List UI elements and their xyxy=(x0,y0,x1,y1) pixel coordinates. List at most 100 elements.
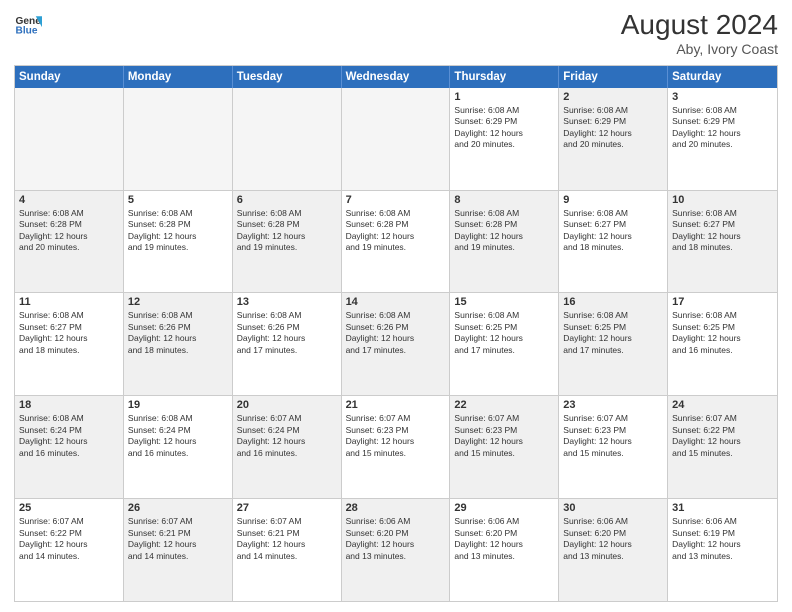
day-number: 8 xyxy=(454,194,554,206)
day-number: 27 xyxy=(237,502,337,514)
cell-info: Sunrise: 6:07 AM Sunset: 6:24 PM Dayligh… xyxy=(237,413,337,459)
calendar-row-4: 25 Sunrise: 6:07 AM Sunset: 6:22 PM Dayli… xyxy=(15,499,777,601)
cal-cell: 23 Sunrise: 6:07 AM Sunset: 6:23 PM Dayli… xyxy=(559,396,668,498)
cal-cell: 11 Sunrise: 6:08 AM Sunset: 6:27 PM Dayli… xyxy=(15,293,124,395)
cal-cell: 6Sunrise: 6:08 AM Sunset: 6:28 PM Daylig… xyxy=(233,191,342,293)
cell-info: Sunrise: 6:06 AM Sunset: 6:19 PM Dayligh… xyxy=(672,516,773,562)
day-header-thursday: Thursday xyxy=(450,66,559,88)
day-header-friday: Friday xyxy=(559,66,668,88)
cal-cell xyxy=(124,88,233,190)
cal-cell: 3 Sunrise: 6:08 AM Sunset: 6:29 PM Daylig… xyxy=(668,88,777,190)
day-number: 5 xyxy=(128,194,228,206)
cal-cell: 1 Sunrise: 6:08 AM Sunset: 6:29 PM Daylig… xyxy=(450,88,559,190)
cal-cell: 12Sunrise: 6:08 AM Sunset: 6:26 PM Dayli… xyxy=(124,293,233,395)
calendar-row-2: 11 Sunrise: 6:08 AM Sunset: 6:27 PM Dayli… xyxy=(15,293,777,396)
cal-cell: 29Sunrise: 6:06 AM Sunset: 6:20 PM Dayli… xyxy=(450,499,559,601)
day-number: 7 xyxy=(346,194,446,206)
cal-cell: 30 Sunrise: 6:06 AM Sunset: 6:20 PM Dayli… xyxy=(559,499,668,601)
cell-info: Sunrise: 6:07 AM Sunset: 6:23 PM Dayligh… xyxy=(563,413,663,459)
cell-info: Sunrise: 6:07 AM Sunset: 6:21 PM Dayligh… xyxy=(237,516,337,562)
day-number: 25 xyxy=(19,502,119,514)
cal-cell: 28Sunrise: 6:06 AM Sunset: 6:20 PM Dayli… xyxy=(342,499,451,601)
calendar-body: 1 Sunrise: 6:08 AM Sunset: 6:29 PM Daylig… xyxy=(15,88,777,601)
cal-cell: 22 Sunrise: 6:07 AM Sunset: 6:23 PM Dayli… xyxy=(450,396,559,498)
day-number: 2 xyxy=(563,91,663,103)
cal-cell: 18 Sunrise: 6:08 AM Sunset: 6:24 PM Dayli… xyxy=(15,396,124,498)
cal-cell: 19Sunrise: 6:08 AM Sunset: 6:24 PM Dayli… xyxy=(124,396,233,498)
cal-cell: 10Sunrise: 6:08 AM Sunset: 6:27 PM Dayli… xyxy=(668,191,777,293)
cal-cell xyxy=(233,88,342,190)
calendar-row-1: 4Sunrise: 6:08 AM Sunset: 6:28 PM Daylig… xyxy=(15,191,777,294)
day-number: 21 xyxy=(346,399,446,411)
day-header-monday: Monday xyxy=(124,66,233,88)
cal-cell: 16 Sunrise: 6:08 AM Sunset: 6:25 PM Dayli… xyxy=(559,293,668,395)
cell-info: Sunrise: 6:08 AM Sunset: 6:28 PM Dayligh… xyxy=(346,208,446,254)
cell-info: Sunrise: 6:08 AM Sunset: 6:29 PM Dayligh… xyxy=(672,105,773,151)
day-number: 15 xyxy=(454,296,554,308)
day-number: 19 xyxy=(128,399,228,411)
day-header-saturday: Saturday xyxy=(668,66,777,88)
cal-cell: 24 Sunrise: 6:07 AM Sunset: 6:22 PM Dayli… xyxy=(668,396,777,498)
cal-cell: 9 Sunrise: 6:08 AM Sunset: 6:27 PM Daylig… xyxy=(559,191,668,293)
cell-info: Sunrise: 6:08 AM Sunset: 6:28 PM Dayligh… xyxy=(237,208,337,254)
logo: General Blue xyxy=(14,10,42,38)
cell-info: Sunrise: 6:08 AM Sunset: 6:28 PM Dayligh… xyxy=(19,208,119,254)
day-number: 9 xyxy=(563,194,663,206)
day-number: 11 xyxy=(19,296,119,308)
calendar: SundayMondayTuesdayWednesdayThursdayFrid… xyxy=(14,65,778,602)
cell-info: Sunrise: 6:08 AM Sunset: 6:28 PM Dayligh… xyxy=(128,208,228,254)
day-number: 28 xyxy=(346,502,446,514)
cell-info: Sunrise: 6:07 AM Sunset: 6:23 PM Dayligh… xyxy=(454,413,554,459)
cell-info: Sunrise: 6:08 AM Sunset: 6:27 PM Dayligh… xyxy=(19,310,119,356)
calendar-header: SundayMondayTuesdayWednesdayThursdayFrid… xyxy=(15,66,777,88)
cal-cell: 2 Sunrise: 6:08 AM Sunset: 6:29 PM Daylig… xyxy=(559,88,668,190)
day-header-wednesday: Wednesday xyxy=(342,66,451,88)
day-header-tuesday: Tuesday xyxy=(233,66,342,88)
day-number: 3 xyxy=(672,91,773,103)
svg-text:Blue: Blue xyxy=(16,25,38,36)
cell-info: Sunrise: 6:08 AM Sunset: 6:29 PM Dayligh… xyxy=(454,105,554,151)
cal-cell: 21 Sunrise: 6:07 AM Sunset: 6:23 PM Dayli… xyxy=(342,396,451,498)
day-number: 23 xyxy=(563,399,663,411)
day-number: 22 xyxy=(454,399,554,411)
cell-info: Sunrise: 6:08 AM Sunset: 6:25 PM Dayligh… xyxy=(672,310,773,356)
day-number: 10 xyxy=(672,194,773,206)
cell-info: Sunrise: 6:08 AM Sunset: 6:25 PM Dayligh… xyxy=(563,310,663,356)
cal-cell: 17 Sunrise: 6:08 AM Sunset: 6:25 PM Dayli… xyxy=(668,293,777,395)
day-number: 20 xyxy=(237,399,337,411)
day-number: 13 xyxy=(237,296,337,308)
day-number: 14 xyxy=(346,296,446,308)
cal-cell: 26Sunrise: 6:07 AM Sunset: 6:21 PM Dayli… xyxy=(124,499,233,601)
cal-cell: 31 Sunrise: 6:06 AM Sunset: 6:19 PM Dayli… xyxy=(668,499,777,601)
cal-cell: 13Sunrise: 6:08 AM Sunset: 6:26 PM Dayli… xyxy=(233,293,342,395)
cal-cell: 5 Sunrise: 6:08 AM Sunset: 6:28 PM Daylig… xyxy=(124,191,233,293)
day-header-sunday: Sunday xyxy=(15,66,124,88)
cell-info: Sunrise: 6:08 AM Sunset: 6:28 PM Dayligh… xyxy=(454,208,554,254)
day-number: 30 xyxy=(563,502,663,514)
calendar-row-0: 1 Sunrise: 6:08 AM Sunset: 6:29 PM Daylig… xyxy=(15,88,777,191)
cell-info: Sunrise: 6:06 AM Sunset: 6:20 PM Dayligh… xyxy=(454,516,554,562)
sub-title: Aby, Ivory Coast xyxy=(621,41,778,57)
title-block: August 2024 Aby, Ivory Coast xyxy=(621,10,778,57)
cell-info: Sunrise: 6:06 AM Sunset: 6:20 PM Dayligh… xyxy=(563,516,663,562)
cal-cell: 7 Sunrise: 6:08 AM Sunset: 6:28 PM Daylig… xyxy=(342,191,451,293)
day-number: 17 xyxy=(672,296,773,308)
cell-info: Sunrise: 6:07 AM Sunset: 6:22 PM Dayligh… xyxy=(672,413,773,459)
day-number: 31 xyxy=(672,502,773,514)
cell-info: Sunrise: 6:07 AM Sunset: 6:21 PM Dayligh… xyxy=(128,516,228,562)
cell-info: Sunrise: 6:08 AM Sunset: 6:24 PM Dayligh… xyxy=(19,413,119,459)
logo-icon: General Blue xyxy=(14,10,42,38)
cell-info: Sunrise: 6:08 AM Sunset: 6:29 PM Dayligh… xyxy=(563,105,663,151)
day-number: 24 xyxy=(672,399,773,411)
day-number: 18 xyxy=(19,399,119,411)
day-number: 12 xyxy=(128,296,228,308)
cal-cell: 27 Sunrise: 6:07 AM Sunset: 6:21 PM Dayli… xyxy=(233,499,342,601)
cell-info: Sunrise: 6:08 AM Sunset: 6:25 PM Dayligh… xyxy=(454,310,554,356)
cal-cell: 25 Sunrise: 6:07 AM Sunset: 6:22 PM Dayli… xyxy=(15,499,124,601)
cell-info: Sunrise: 6:07 AM Sunset: 6:22 PM Dayligh… xyxy=(19,516,119,562)
cal-cell: 20 Sunrise: 6:07 AM Sunset: 6:24 PM Dayli… xyxy=(233,396,342,498)
cell-info: Sunrise: 6:08 AM Sunset: 6:27 PM Dayligh… xyxy=(563,208,663,254)
cell-info: Sunrise: 6:07 AM Sunset: 6:23 PM Dayligh… xyxy=(346,413,446,459)
day-number: 1 xyxy=(454,91,554,103)
day-number: 16 xyxy=(563,296,663,308)
